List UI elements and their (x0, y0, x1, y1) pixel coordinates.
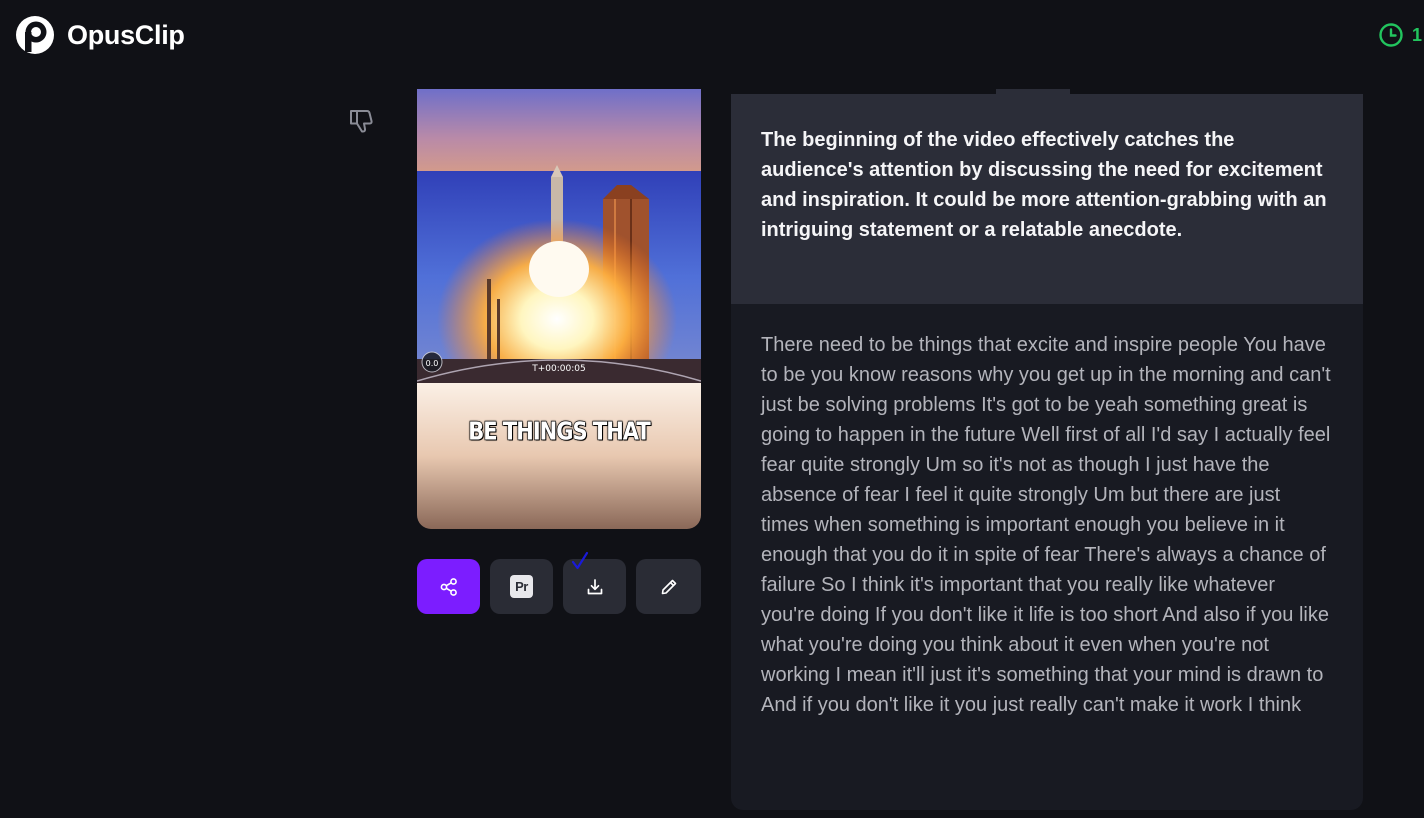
share-icon (440, 577, 457, 596)
pencil-icon (661, 579, 676, 594)
credits-text: 1 (1412, 24, 1423, 45)
clock-icon (1379, 23, 1403, 47)
app-name: OpusClip (67, 19, 185, 50)
credits-indicator[interactable]: 1 (1378, 22, 1424, 48)
app-logo[interactable]: OpusClip (14, 14, 185, 56)
checkmark-icon (571, 551, 589, 570)
analysis-panel: The beginning of the video effectively c… (731, 94, 1363, 810)
top-bar: OpusClip 1 (0, 0, 1424, 72)
clip-actions: Pr (417, 559, 701, 614)
video-frame: 0.0 T+00:00:05 (417, 89, 701, 529)
premiere-export-button[interactable]: Pr (490, 559, 553, 614)
overlay-counter: 0.0 (426, 359, 439, 368)
hook-summary: The beginning of the video effectively c… (731, 94, 1363, 304)
download-icon (587, 578, 602, 594)
overlay-timer: T+00:00:05 (531, 364, 585, 374)
premiere-pro-icon: Pr (510, 575, 533, 598)
share-button[interactable] (417, 559, 480, 614)
opusclip-logo-icon (16, 16, 54, 54)
thumbs-down-icon (350, 110, 373, 133)
dislike-button[interactable] (346, 106, 376, 136)
edit-button[interactable] (636, 559, 701, 614)
transcript-text: There need to be things that excite and … (761, 334, 1331, 716)
video-preview[interactable]: 0.0 T+00:00:05 BE THINGS THAT (417, 89, 701, 529)
video-caption: BE THINGS THAT (468, 416, 652, 446)
